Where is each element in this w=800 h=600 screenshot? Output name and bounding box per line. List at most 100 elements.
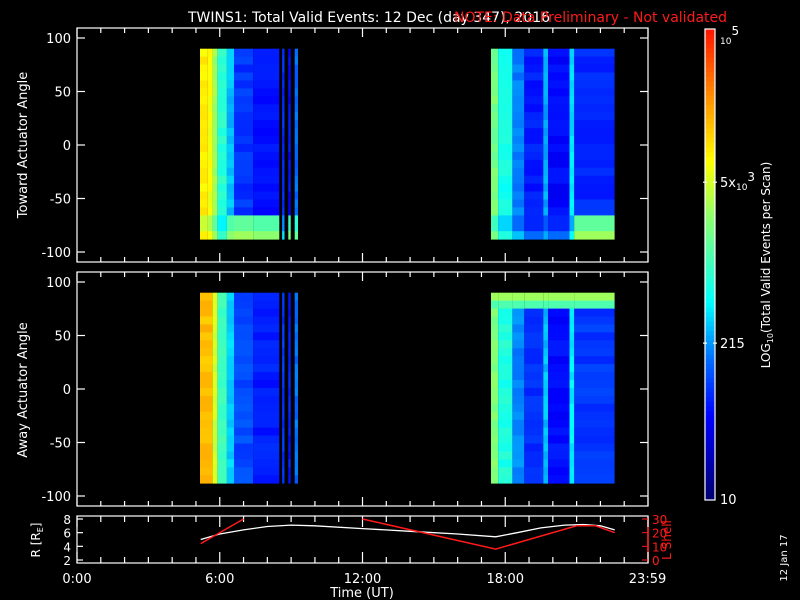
heatmap-cell [226, 112, 234, 121]
heatmap-cell [524, 419, 544, 429]
heatmap-cell [294, 80, 298, 89]
heatmap-cell [512, 183, 525, 192]
heatmap-cell [200, 419, 213, 429]
heatmap-cell [543, 167, 549, 177]
heatmap-cell [234, 411, 253, 421]
heatmap-cell [217, 364, 227, 373]
heatmap-cell [574, 427, 615, 436]
heatmap-cell [282, 427, 285, 436]
heatmap-cell [212, 308, 218, 317]
heatmap-cell [548, 380, 570, 389]
heatmap-cell [548, 340, 570, 349]
heatmap-cell [498, 159, 513, 169]
heatmap-cell [212, 72, 218, 81]
heatmap-cell [288, 72, 291, 81]
heatmap-cell [212, 48, 218, 58]
heatmap-cell [491, 324, 499, 333]
heatmap-cell [226, 64, 234, 73]
tick-base: 10 [736, 183, 748, 193]
heatmap-cell [543, 80, 549, 89]
heatmap-cell [498, 223, 513, 232]
heatmap-cell [282, 56, 285, 65]
heatmap-cell [234, 332, 253, 341]
heatmap-cell [253, 300, 280, 309]
heatmap-cell [524, 403, 544, 413]
heatmap-cell [200, 324, 213, 333]
heatmap-cell [234, 316, 253, 325]
heatmap-cell [200, 72, 208, 81]
heatmap-cell [543, 308, 549, 317]
colorbar-swatch [705, 306, 715, 313]
heatmap-cell [253, 403, 280, 413]
heatmap-cell [226, 96, 234, 105]
heatmap-cell [574, 395, 615, 405]
heatmap-cell [200, 80, 208, 89]
heatmap-cell [512, 380, 525, 389]
heatmap-cell [512, 104, 525, 113]
colorbar-swatch [705, 71, 715, 77]
heatmap-cell [253, 411, 280, 421]
heatmap-cell [294, 64, 298, 73]
colorbar-swatch [705, 438, 715, 445]
heatmap-cell [543, 199, 549, 208]
colorbar-swatch [705, 193, 715, 200]
heatmap-cell [548, 411, 570, 421]
r-ylabel: R [RE] [29, 523, 45, 558]
heatmap-cell [226, 159, 234, 169]
lshell-tick-label: 0 [652, 554, 660, 568]
heatmap-cell [226, 143, 234, 153]
colorbar-swatch [705, 410, 715, 416]
heatmap-cell [288, 159, 291, 169]
heatmap-cell [294, 411, 298, 421]
heatmap-cell [253, 451, 280, 460]
heatmap-cell [207, 207, 213, 216]
heatmap-cell [498, 96, 513, 105]
heatmap-cell [543, 356, 549, 365]
colorbar-swatch [705, 316, 715, 322]
heatmap-cell [212, 183, 218, 192]
heatmap-cell [512, 128, 525, 137]
heatmap-cell [226, 128, 234, 137]
heatmap-cell [548, 128, 570, 137]
heatmap-cell [288, 231, 291, 240]
heatmap-cell [491, 136, 499, 145]
heatmap-cell [200, 215, 208, 224]
heatmap-cell [512, 167, 525, 177]
heatmap-cell [294, 340, 298, 349]
heatmap-cell [498, 356, 513, 365]
heatmap-cell [512, 175, 525, 185]
time-tick-label: 6:00 [205, 572, 234, 587]
heatmap-cell [288, 191, 291, 200]
heatmap-cell [574, 364, 615, 373]
heatmap-cell [498, 427, 513, 436]
heatmap-cell [569, 364, 575, 373]
heatmap-cell [574, 356, 615, 365]
heatmap-cell [543, 72, 549, 81]
heatmap-cell [288, 88, 291, 97]
time-xlabel: Time (UT) [329, 586, 394, 600]
heatmap-cell [569, 411, 575, 421]
heatmap-cell [524, 48, 544, 58]
heatmap-cell [574, 191, 615, 200]
heatmap-cell [491, 308, 499, 317]
heatmap-cell [569, 128, 575, 137]
heatmap-cell [212, 199, 218, 208]
heatmap-cell [282, 104, 285, 113]
heatmap-cell [226, 231, 234, 240]
heatmap-cell [569, 467, 575, 476]
heatmap-cell [207, 56, 213, 65]
heatmap-cell [491, 300, 499, 309]
heatmap-cell [498, 467, 513, 476]
y-tick-label: 100 [46, 276, 71, 291]
heatmap-cell [574, 411, 615, 421]
heatmap-cell [200, 175, 208, 185]
heatmap-cell [294, 324, 298, 333]
heatmap-cell [253, 48, 280, 58]
y-tick-label: 0 [63, 383, 71, 398]
heatmap-cell [574, 128, 615, 137]
colorbar-swatch [705, 113, 715, 120]
heatmap-cell [498, 292, 513, 302]
heatmap-cell [498, 112, 513, 121]
heatmap-cell [491, 151, 499, 161]
heatmap-cell [524, 348, 544, 357]
